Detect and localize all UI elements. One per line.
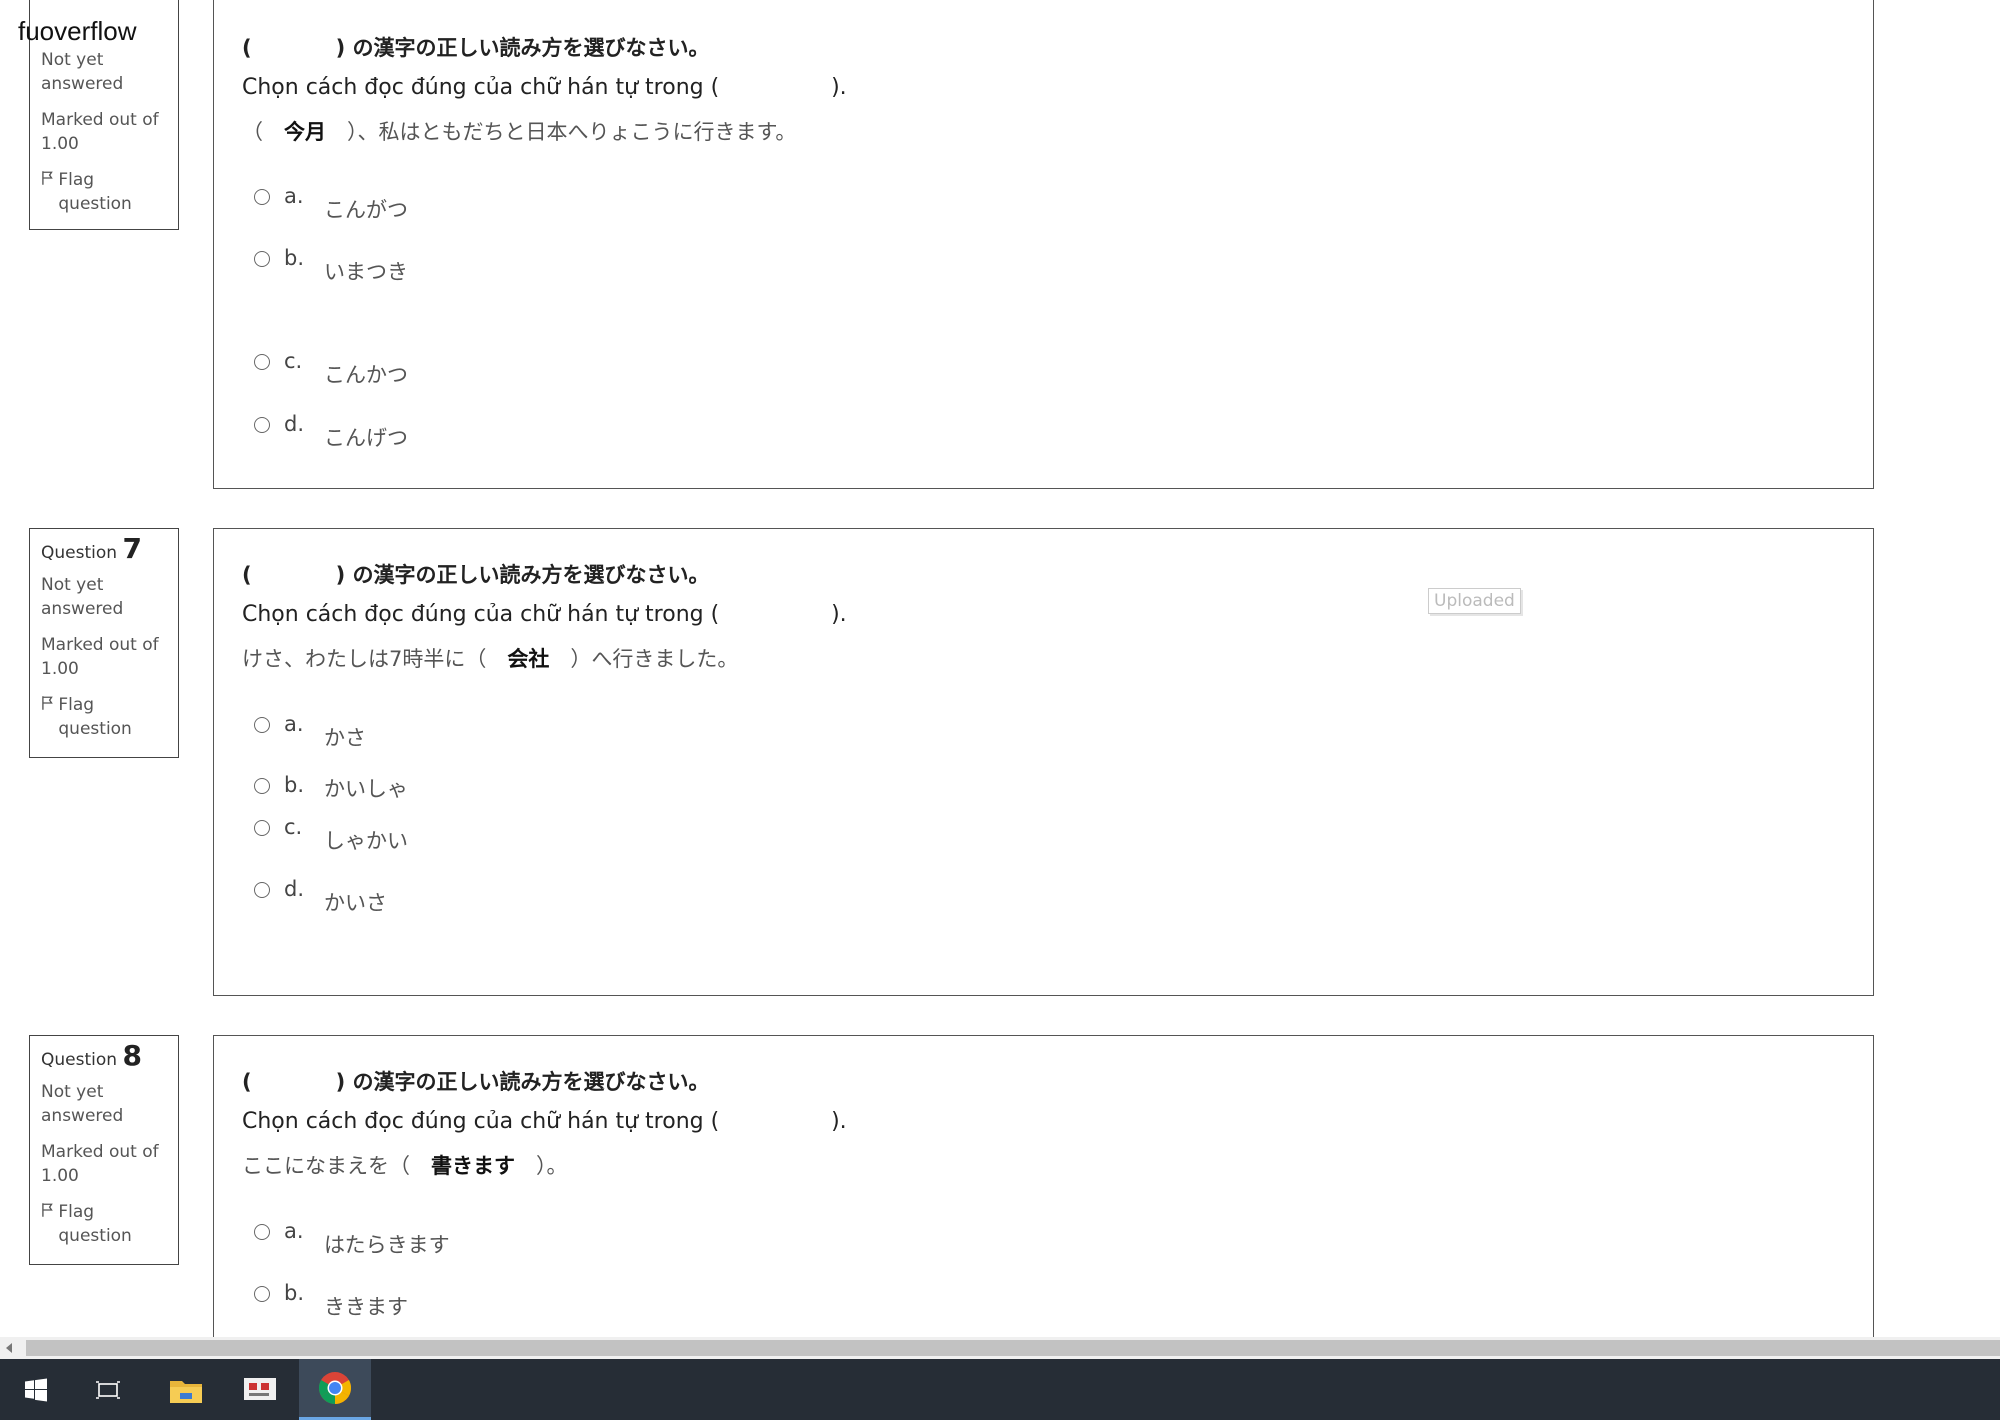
answer-option-c[interactable]: c. しゃかい (254, 815, 408, 855)
radio-button[interactable] (254, 189, 270, 205)
instruction-vi: Chọn cách đọc đúng của chữ hán tự trong … (242, 602, 847, 627)
question-content-6: ( ) の漢字の正しい読み方を選びなさい。 Chọn cách đọc đúng… (213, 0, 1874, 489)
file-explorer-icon[interactable] (150, 1359, 222, 1420)
radio-button[interactable] (254, 820, 270, 836)
answer-option-c[interactable]: c. こんかつ (254, 349, 408, 389)
instruction-jp: ( ) の漢字の正しい読み方を選びなさい。 (242, 563, 710, 587)
answer-option-a[interactable]: a. はたらきます (254, 1219, 450, 1259)
app-icon[interactable] (224, 1359, 296, 1420)
answer-option-d[interactable]: d. こんげつ (254, 412, 408, 452)
windows-taskbar (0, 1359, 2000, 1420)
answer-option-b[interactable]: b. ききます (254, 1281, 408, 1321)
radio-button[interactable] (254, 717, 270, 733)
watermark: fuoverflow (18, 16, 137, 46)
flag-question-link[interactable]: Flag question (41, 693, 168, 741)
flag-icon (42, 696, 53, 710)
instruction-jp: ( ) の漢字の正しい読み方を選びなさい。 (242, 36, 710, 60)
answer-option-d[interactable]: d. かいさ (254, 877, 387, 917)
question-status: Not yet answered (41, 575, 124, 619)
question-number: Question 7 (41, 532, 142, 565)
scrollbar-thumb[interactable] (26, 1340, 2000, 1356)
question-content-8: ( ) の漢字の正しい読み方を選びなさい。 Chọn cách đọc đúng… (213, 1035, 1874, 1337)
marked-out-of: Marked out of 1.00 (41, 1142, 159, 1186)
question-sentence: ここになまえを（ 書きます ）。 (242, 1154, 568, 1178)
instruction-vi: Chọn cách đọc đúng của chữ hán tự trong … (242, 1109, 847, 1134)
answer-option-b[interactable]: b. かいしゃ (254, 773, 408, 803)
marked-out-of: Marked out of 1.00 (41, 635, 159, 679)
question-sentence: （ 今月 ）、私はともだちと日本へりょこうに行きます。 (242, 120, 797, 144)
radio-button[interactable] (254, 882, 270, 898)
question-status: Not yet answered (41, 1082, 124, 1126)
instruction-vi: Chọn cách đọc đúng của chữ hán tự trong … (242, 75, 847, 100)
flag-icon (42, 1203, 53, 1217)
uploaded-tooltip: Uploaded (1428, 588, 1521, 614)
question-info-panel: Question 8 Not yet answered Marked out o… (29, 1035, 179, 1265)
question-info-panel: Question 7 Not yet answered Marked out o… (29, 528, 179, 758)
question-status: Not yet answered (41, 50, 124, 94)
chrome-icon[interactable] (299, 1359, 371, 1420)
question-content-7: ( ) の漢字の正しい読み方を選びなさい。 Chọn cách đọc đúng… (213, 528, 1874, 996)
radio-button[interactable] (254, 417, 270, 433)
scroll-left-arrow-icon[interactable] (6, 1343, 12, 1353)
flag-question-link[interactable]: Flag question (41, 1200, 168, 1248)
flag-icon (42, 171, 53, 185)
radio-button[interactable] (254, 354, 270, 370)
question-number: Question 8 (41, 1039, 142, 1072)
question-sentence: けさ、わたしは7時半に（ 会社 ）へ行きました。 (242, 647, 739, 671)
instruction-jp: ( ) の漢字の正しい読み方を選びなさい。 (242, 1070, 710, 1094)
horizontal-scrollbar[interactable] (0, 1337, 2000, 1359)
radio-button[interactable] (254, 251, 270, 267)
radio-button[interactable] (254, 1224, 270, 1240)
answer-option-b[interactable]: b. いまつき (254, 246, 408, 286)
marked-out-of: Marked out of 1.00 (41, 110, 159, 154)
flag-question-link[interactable]: Flag question (41, 168, 168, 216)
radio-button[interactable] (254, 1286, 270, 1302)
windows-start-icon[interactable] (0, 1359, 72, 1420)
task-view-icon[interactable] (72, 1359, 144, 1420)
radio-button[interactable] (254, 778, 270, 794)
answer-option-a[interactable]: a. こんがつ (254, 184, 408, 224)
answer-option-a[interactable]: a. かさ (254, 712, 366, 752)
